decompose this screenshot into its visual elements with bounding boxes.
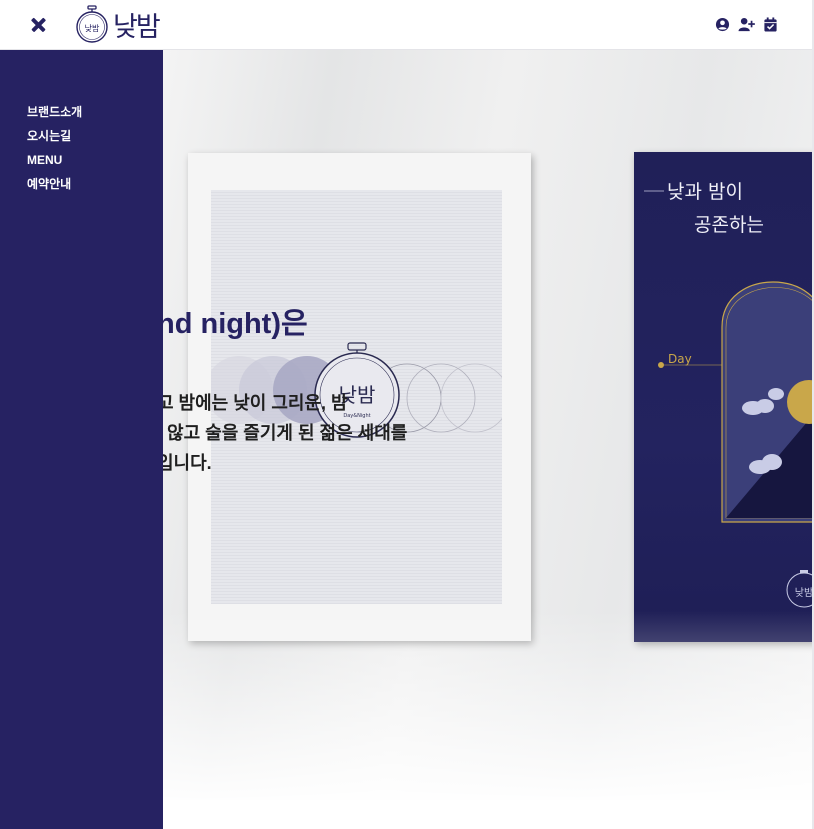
stopwatch-logo-icon: 낮밤 [76,5,108,43]
logo-wordmark: 낮밤 [113,11,161,43]
moon-phase-stopwatch-illustration: 낮밤 Day&Night [211,342,502,438]
poster-white: 낮밤 Day&Night [188,153,531,641]
poster-white-artwork: 낮밤 Day&Night [211,190,502,604]
brand-logo[interactable]: 낮밤 낮밤 [75,4,161,44]
nav-item-brand-intro[interactable]: 브랜드소개 [27,104,82,128]
top-header: 낮밤 낮밤 [0,0,812,50]
close-menu-button[interactable] [28,14,50,36]
side-navigation-drawer: 브랜드소개 오시는길 MENU 예약안내 [0,50,163,829]
day-night-window-illustration: 낮과 밤이 공존하는 Day 낮밤 [644,181,812,608]
nav-item-directions[interactable]: 오시는길 [27,128,82,152]
svg-text:Day: Day [668,352,692,366]
nav-item-reservation[interactable]: 예약안내 [27,176,82,200]
nav-item-menu[interactable]: MENU [27,152,82,176]
user-circle-icon[interactable] [715,17,730,32]
hero-section: 낮밤 Day&Night 낮과 밤이 공존하는 Day 낮밤 [163,50,812,800]
svg-text:낮밤: 낮밤 [85,23,100,33]
svg-text:공존하는: 공존하는 [694,214,764,236]
user-plus-icon[interactable] [738,17,755,32]
svg-text:낮밤: 낮밤 [339,383,376,407]
svg-text:낮밤: 낮밤 [795,587,812,599]
poster-navy: 낮과 밤이 공존하는 Day 낮밤 [634,152,812,642]
side-nav-list: 브랜드소개 오시는길 MENU 예약안내 [27,104,82,200]
calendar-check-icon[interactable] [763,17,778,32]
svg-text:Day&Night: Day&Night [343,413,370,419]
header-icon-group [715,17,778,32]
svg-text:낮과 밤이: 낮과 밤이 [667,181,743,203]
